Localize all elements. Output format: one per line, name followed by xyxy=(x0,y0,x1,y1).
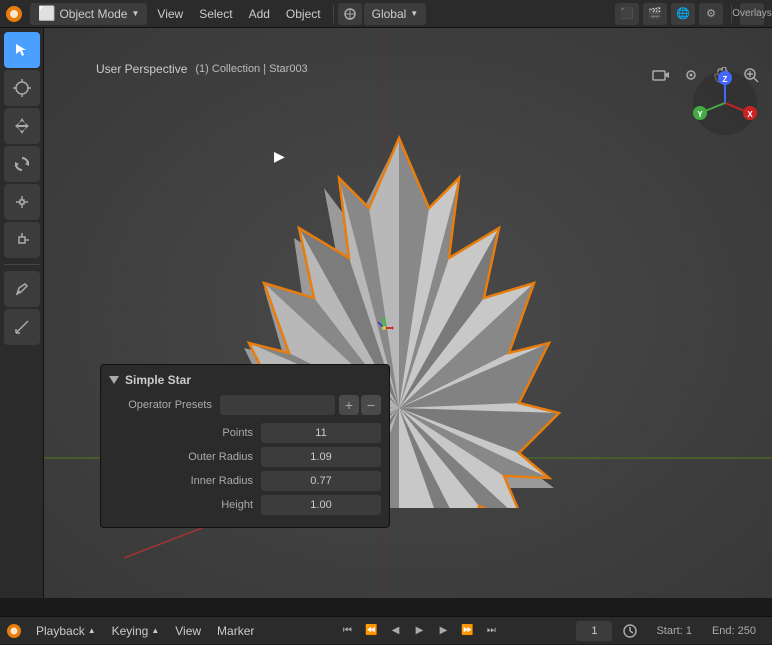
mode-selector[interactable]: ⬜ Object Mode ▼ xyxy=(30,3,147,25)
points-label: Points xyxy=(109,427,261,439)
separator xyxy=(333,5,334,23)
inner-radius-label: Inner Radius xyxy=(109,475,261,487)
outer-radius-value[interactable]: 1.09 xyxy=(261,447,381,467)
height-row: Height 1.00 xyxy=(109,495,381,515)
blender-logo-bottom xyxy=(0,617,28,645)
height-label: Height xyxy=(109,499,261,511)
settings-icon[interactable]: ⚙ xyxy=(699,3,723,25)
bottom-right: 1 Start: 1 End: 250 xyxy=(576,617,772,645)
tool-separator xyxy=(4,264,40,265)
view-menu-bottom[interactable]: View xyxy=(167,622,209,640)
select-tool[interactable] xyxy=(4,32,40,68)
points-row: Points 11 xyxy=(109,423,381,443)
blender-icon xyxy=(0,0,28,28)
operator-title: Simple Star xyxy=(109,373,381,387)
transform-tool[interactable] xyxy=(4,222,40,258)
transform-icon xyxy=(338,3,362,25)
world-icon[interactable]: 🌐 xyxy=(671,3,695,25)
annotate-tool[interactable] xyxy=(4,271,40,307)
camera-icon[interactable] xyxy=(648,64,674,86)
end-label: End: 250 xyxy=(704,625,764,637)
presets-label: Operator Presets xyxy=(109,399,220,411)
select-menu[interactable]: Select xyxy=(191,5,240,23)
step-back-btn[interactable]: ◀ xyxy=(385,621,405,641)
presets-row: Operator Presets + − xyxy=(109,395,381,415)
operator-panel: Simple Star Operator Presets + − Points … xyxy=(100,364,390,528)
render-icon[interactable]: ⬛ xyxy=(615,3,639,25)
left-toolbar xyxy=(0,28,44,598)
start-label: Start: 1 xyxy=(648,625,699,637)
3d-viewport[interactable]: User Perspective (1) Collection | Star00… xyxy=(44,28,772,598)
prev-keyframe-btn[interactable]: ⏪ xyxy=(361,621,381,641)
origin-gizmo xyxy=(374,318,394,338)
current-frame[interactable]: 1 xyxy=(576,621,612,641)
outer-radius-label: Outer Radius xyxy=(109,451,261,463)
step-forward-btn[interactable]: ▶ xyxy=(433,621,453,641)
scale-tool[interactable] xyxy=(4,184,40,220)
outer-radius-row: Outer Radius 1.09 xyxy=(109,447,381,467)
height-value[interactable]: 1.00 xyxy=(261,495,381,515)
marker-menu[interactable]: Marker xyxy=(209,622,262,640)
svg-text:Z: Z xyxy=(723,75,728,84)
move-tool[interactable] xyxy=(4,108,40,144)
inner-radius-value[interactable]: 0.77 xyxy=(261,471,381,491)
svg-text:Y: Y xyxy=(697,110,703,119)
axis-gizmo[interactable]: Z X Y xyxy=(690,68,760,138)
presets-remove-btn[interactable]: − xyxy=(361,395,381,415)
transform-selector[interactable]: Global ▼ xyxy=(364,3,427,25)
playback-controls: ⏮ ⏪ ◀ ▶ ▶ ⏩ ⏭ xyxy=(337,621,501,641)
overlays-btn[interactable]: Overlays xyxy=(740,3,764,25)
bottom-status-bar: Playback ▲ Keying ▲ View Marker ⏮ ⏪ ◀ ▶ … xyxy=(0,616,772,644)
presets-add-btn[interactable]: + xyxy=(339,395,359,415)
measure-tool[interactable] xyxy=(4,309,40,345)
points-value[interactable]: 11 xyxy=(261,423,381,443)
play-btn[interactable]: ▶ xyxy=(409,621,429,641)
svg-text:X: X xyxy=(747,110,753,119)
playback-chevron: ▲ xyxy=(88,626,96,635)
collapse-triangle[interactable] xyxy=(109,376,119,384)
clock-icon xyxy=(616,617,644,645)
next-keyframe-btn[interactable]: ⏩ xyxy=(457,621,477,641)
keying-chevron: ▲ xyxy=(151,626,159,635)
keying-menu[interactable]: Keying ▲ xyxy=(104,622,168,640)
jump-end-btn[interactable]: ⏭ xyxy=(481,621,501,641)
inner-radius-row: Inner Radius 0.77 xyxy=(109,471,381,491)
top-bar-right: ⬛ 🎬 🌐 ⚙ Overlays xyxy=(615,3,772,25)
top-menu-bar: ⬜ Object Mode ▼ View Select Add Object G… xyxy=(0,0,772,28)
jump-start-btn[interactable]: ⏮ xyxy=(337,621,357,641)
object-menu[interactable]: Object xyxy=(278,5,329,23)
presets-buttons: + − xyxy=(339,395,381,415)
add-menu[interactable]: Add xyxy=(241,5,278,23)
cursor-tool[interactable] xyxy=(4,70,40,106)
view-menu[interactable]: View xyxy=(149,5,191,23)
playback-menu[interactable]: Playback ▲ xyxy=(28,622,104,640)
rotate-tool[interactable] xyxy=(4,146,40,182)
scene-icon[interactable]: 🎬 xyxy=(643,3,667,25)
presets-dropdown[interactable] xyxy=(220,395,335,415)
